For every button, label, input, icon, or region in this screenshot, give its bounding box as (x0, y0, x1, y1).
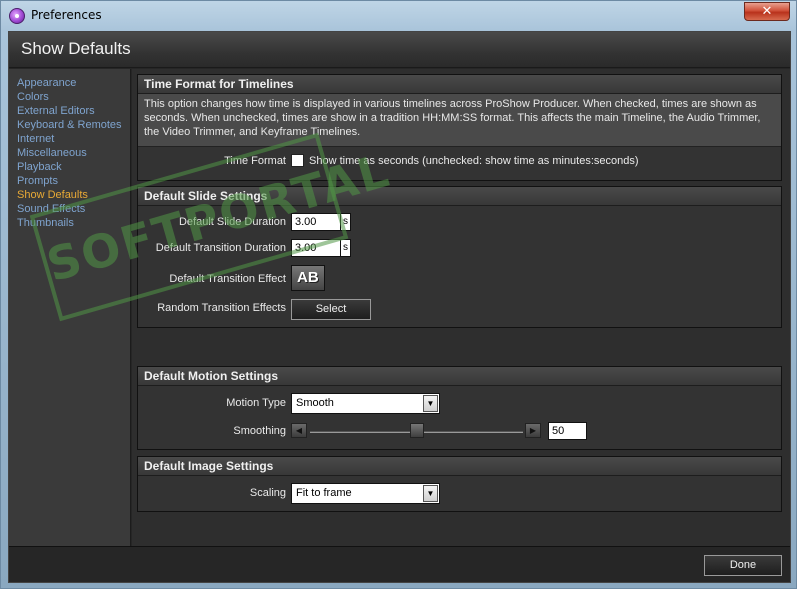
preferences-client: Show Defaults Appearance Colors External… (8, 31, 791, 583)
transition-duration-label: Default Transition Duration (155, 242, 286, 254)
motion-type-value: Smooth (296, 397, 334, 409)
motion-type-label: Motion Type (226, 397, 286, 409)
slider-right-arrow-icon[interactable]: ▶ (525, 423, 541, 438)
random-effects-row: Random Transition Effects Select (138, 299, 783, 321)
time-format-checkbox[interactable] (291, 154, 304, 167)
sidebar-item-thumbnails[interactable]: Thumbnails (17, 216, 130, 230)
sidebar-item-sound-effects[interactable]: Sound Effects (17, 202, 130, 216)
done-button[interactable]: Done (704, 555, 782, 576)
transition-effect-row: Default Transition Effect AB (138, 265, 783, 293)
smoothing-value-input[interactable]: 50 (548, 422, 587, 440)
scaling-value: Fit to frame (296, 487, 352, 499)
smoothing-label: Smoothing (233, 425, 286, 437)
sidebar-item-keyboard-remotes[interactable]: Keyboard & Remotes (17, 118, 130, 132)
time-format-row: Time Format Show time as seconds (unchec… (138, 153, 783, 171)
image-settings-group: Default Image Settings Scaling Fit to fr… (137, 456, 782, 512)
smoothing-row: Smoothing ◀ ▶ 50 (138, 422, 783, 442)
slide-settings-group: Default Slide Settings Default Slide Dur… (137, 186, 782, 328)
title-bar[interactable]: Preferences ✕ (1, 1, 796, 31)
footer: Done (9, 546, 790, 582)
transition-effect-thumbnail[interactable]: AB (291, 265, 325, 291)
random-effects-label: Random Transition Effects (157, 302, 286, 314)
slide-duration-input[interactable]: 3.00 (291, 213, 341, 231)
page-title: Show Defaults (21, 39, 131, 58)
slide-duration-label: Default Slide Duration (178, 216, 286, 228)
scaling-dropdown[interactable]: Fit to frame ▼ (291, 483, 440, 504)
sidebar-item-miscellaneous[interactable]: Miscellaneous (17, 146, 130, 160)
transition-duration-input[interactable]: 3.00 (291, 239, 341, 257)
transition-duration-unit: s (340, 239, 351, 257)
time-format-checkbox-label[interactable]: Show time as seconds (unchecked: show ti… (309, 155, 639, 167)
sidebar-item-prompts[interactable]: Prompts (17, 174, 130, 188)
scaling-label: Scaling (249, 487, 286, 499)
chevron-down-icon[interactable]: ▼ (423, 485, 438, 502)
sidebar-list: Appearance Colors External Editors Keybo… (9, 69, 130, 230)
slide-duration-unit: s (340, 213, 351, 231)
motion-type-dropdown[interactable]: Smooth ▼ (291, 393, 440, 414)
sidebar-item-external-editors[interactable]: External Editors (17, 104, 130, 118)
sidebar-item-show-defaults[interactable]: Show Defaults (17, 188, 130, 202)
sidebar-item-internet[interactable]: Internet (17, 132, 130, 146)
motion-settings-title: Default Motion Settings (138, 367, 781, 386)
smoothing-slider-thumb[interactable] (409, 423, 424, 438)
preferences-window: Preferences ✕ Show Defaults Appearance C… (0, 0, 797, 589)
time-format-title: Time Format for Timelines (138, 75, 781, 94)
page-header: Show Defaults (9, 32, 790, 68)
transition-effect-label: Default Transition Effect (169, 273, 286, 285)
slider-left-arrow-icon[interactable]: ◀ (291, 423, 307, 438)
time-format-group: Time Format for Timelines This option ch… (137, 74, 782, 181)
sidebar-item-colors[interactable]: Colors (17, 90, 130, 104)
sidebar: Appearance Colors External Editors Keybo… (9, 69, 131, 546)
scaling-row: Scaling Fit to frame ▼ (138, 483, 783, 505)
chevron-down-icon[interactable]: ▼ (423, 395, 438, 412)
close-button[interactable]: ✕ (744, 2, 790, 21)
transition-effect-glyph: AB (297, 269, 319, 286)
image-settings-title: Default Image Settings (138, 457, 781, 476)
sidebar-item-appearance[interactable]: Appearance (17, 76, 130, 90)
proshow-app-icon (9, 8, 25, 24)
slide-settings-title: Default Slide Settings (138, 187, 781, 206)
window-title: Preferences (31, 8, 102, 22)
motion-type-row: Motion Type Smooth ▼ (138, 393, 783, 415)
select-effects-button[interactable]: Select (291, 299, 371, 320)
time-format-description: This option changes how time is displaye… (138, 94, 781, 147)
time-format-label: Time Format (224, 155, 286, 167)
motion-settings-group: Default Motion Settings Motion Type Smoo… (137, 366, 782, 450)
transition-duration-row: Default Transition Duration 3.00 s (138, 239, 783, 259)
content-panel: Time Format for Timelines This option ch… (132, 69, 790, 546)
sidebar-item-playback[interactable]: Playback (17, 160, 130, 174)
slide-duration-row: Default Slide Duration 3.00 s (138, 213, 783, 233)
